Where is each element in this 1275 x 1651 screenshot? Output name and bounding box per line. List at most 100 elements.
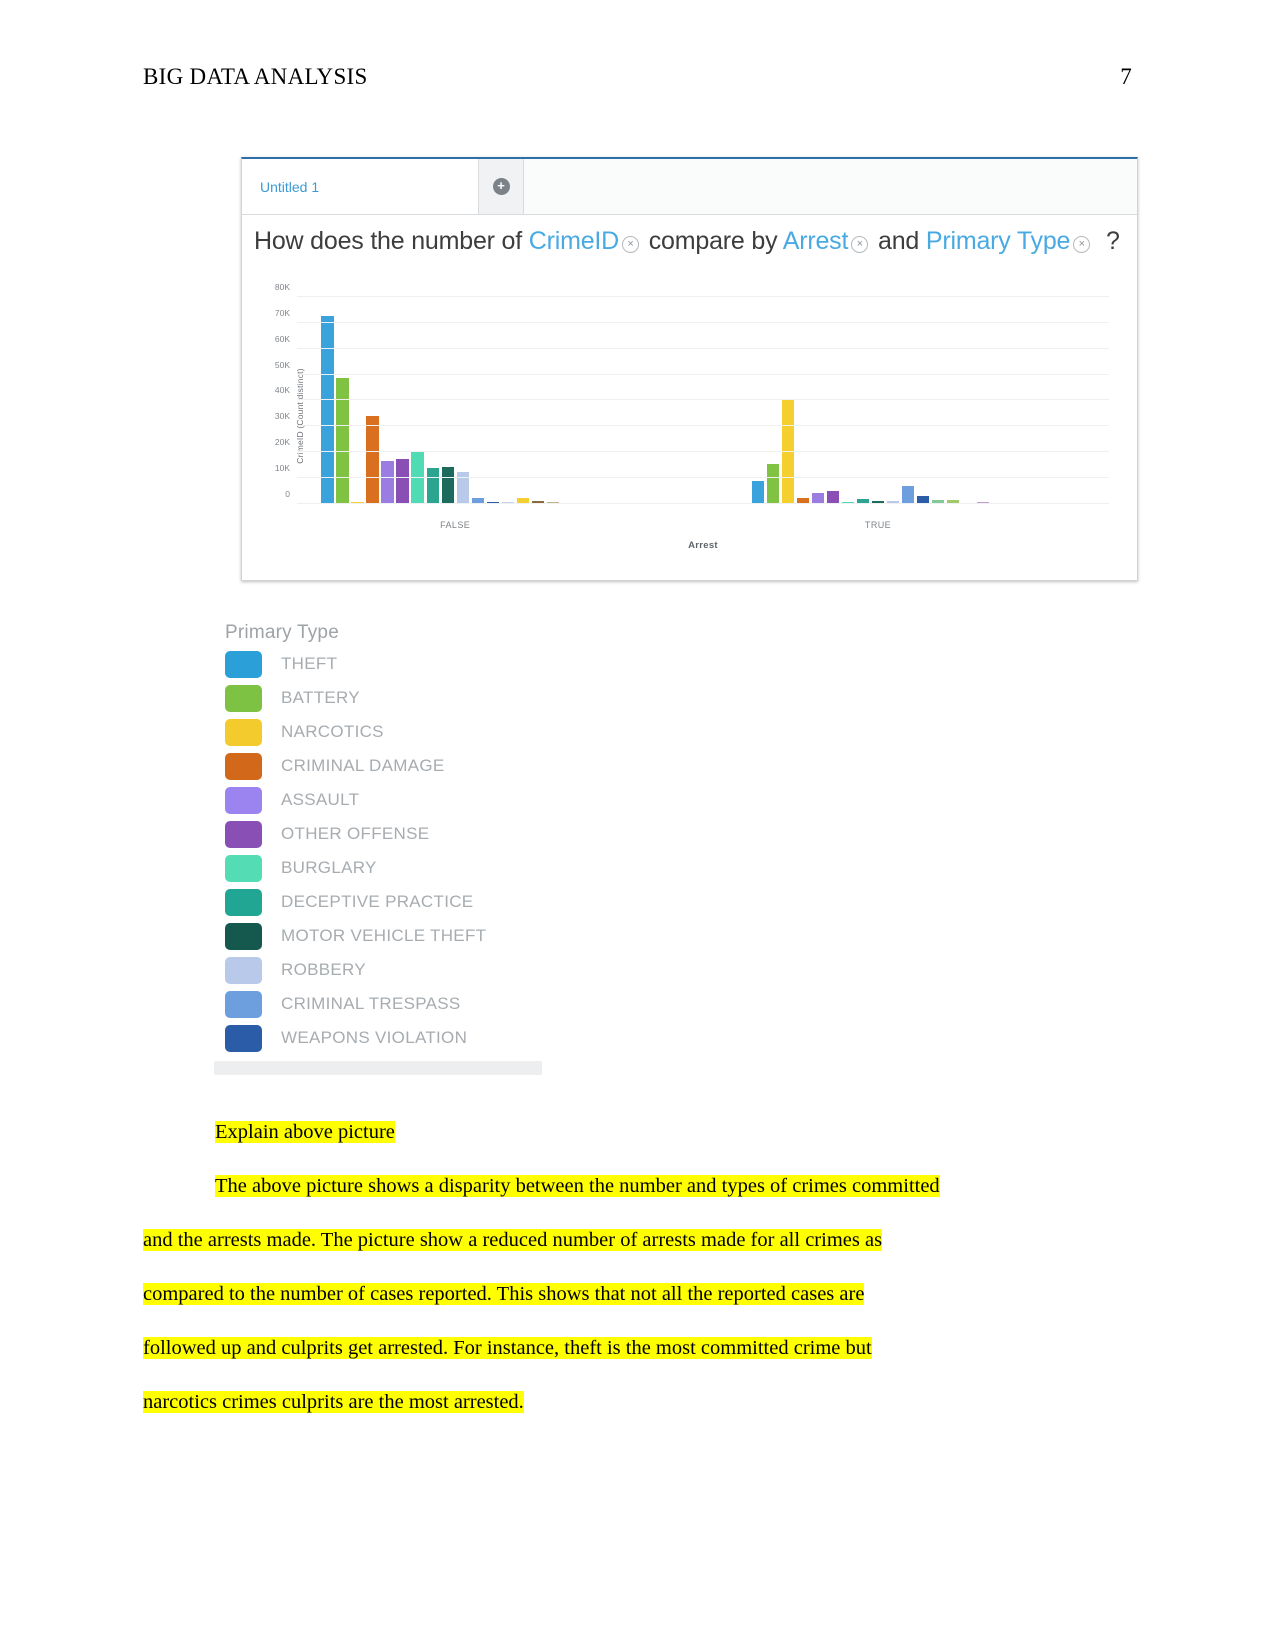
bar-chart: CrimeID (Count distinct) Arrest 0 10K 20K 3… [242,266,1137,566]
question-field-crimeid[interactable]: CrimeID [529,227,619,255]
legend-item-label: ASSAULT [281,790,360,809]
y-axis-tick-label: 20K [274,437,290,448]
legend-item[interactable]: WEAPONS VIOLATION [214,1021,542,1055]
legend-color-swatch [225,1024,262,1052]
question-field-primary-type[interactable]: Primary Type [926,227,1071,255]
chart-plot-area: Arrest 0 10K 20K 30K 40K 50K 60K 70K 80K FALSE TRU… [275,282,1109,551]
legend-color-swatch [225,752,262,780]
question-middle: compare by [648,227,778,255]
chart-bar[interactable] [366,416,379,504]
page-header: BIG DATA ANALYSIS 7 [143,64,1132,90]
chart-gridline [297,451,1109,453]
legend-item-label: DECEPTIVE PRACTICE [281,892,474,911]
y-axis-tick-label: 80K [274,281,290,292]
legend-item[interactable]: OTHER OFFENSE [214,817,542,851]
chart-bar[interactable] [766,463,779,504]
chart-bar[interactable] [396,459,409,504]
document-header-title: BIG DATA ANALYSIS [143,64,368,89]
paragraph-line-5: narcotics crimes culprits are the most a… [143,1375,1068,1429]
paragraph-line-2: and the arrests made. The picture show a… [143,1213,1068,1267]
chart-legend: Primary Type THEFT BATTERY NARCOTICS CRIMIN… [214,622,542,1075]
y-axis-tick-label: 40K [274,385,290,396]
body-text: Explain above picture The above picture … [143,1105,1068,1429]
question-prefix: How does the number of [254,227,522,255]
legend-color-swatch [225,922,262,950]
paragraph-text: and the arrests made. The picture show a… [143,1229,883,1251]
legend-item-label: THEFT [281,654,338,673]
chart-bar[interactable] [411,452,424,504]
legend-color-swatch [225,684,262,712]
y-axis-tick-label: 60K [274,333,290,344]
circle-x-icon[interactable]: × [851,236,869,253]
legend-item-label: OTHER OFFENSE [281,824,430,843]
chart-gridline [297,399,1109,401]
circle-x-icon[interactable]: × [1073,236,1091,253]
x-axis-title: Arrest [688,540,718,551]
y-axis-tick-label: 30K [274,411,290,422]
legend-item-label: BATTERY [281,688,360,707]
chart-bar[interactable] [751,480,764,504]
chart-bar[interactable] [426,467,439,504]
tab-label: Untitled 1 [260,178,320,195]
legend-color-swatch [225,956,262,984]
x-axis-group-label: FALSE [440,520,471,530]
legend-item[interactable]: NARCOTICS [214,715,542,749]
legend-color-swatch [225,650,262,678]
paragraph-text: The above picture shows a disparity betw… [215,1175,940,1197]
chart-bar[interactable] [901,486,915,504]
legend-color-swatch [225,718,262,746]
legend-color-swatch [225,786,262,814]
legend-item[interactable]: MOTOR VEHICLE THEFT [214,919,542,953]
circle-x-icon[interactable]: × [622,236,639,253]
paragraph-text: compared to the number of cases reported… [143,1283,865,1305]
legend-item[interactable]: DECEPTIVE PRACTICE [214,885,542,919]
question-field-arrest[interactable]: Arrest [783,227,849,255]
legend-item[interactable]: BATTERY [214,681,542,715]
legend-item[interactable]: CRIMINAL TRESPASS [214,987,542,1021]
page-number: 7 [1120,64,1132,89]
chart-bar[interactable] [381,461,394,504]
legend-item[interactable]: ROBBERY [214,953,542,987]
tab-untitled-1[interactable]: Untitled 1 [242,159,479,214]
legend-item-label: NARCOTICS [281,722,384,741]
chart-gridline [297,295,1109,297]
legend-item[interactable]: THEFT [214,647,542,681]
question-suffix: ? [1106,227,1120,255]
legend-item-label: BURGLARY [281,858,377,877]
chart-bar[interactable] [441,467,454,504]
legend-scrollbar[interactable] [214,1061,542,1075]
legend-color-swatch [225,990,262,1018]
tab-strip-empty-area [524,159,1137,214]
y-axis-tick-label: 70K [274,307,290,318]
legend-item-label: CRIMINAL DAMAGE [281,756,445,775]
chart-gridline [297,425,1109,427]
add-tab-button[interactable]: + [479,159,524,214]
tab-strip: Untitled 1 + [242,159,1137,215]
paragraph-text: followed up and culprits get arrested. F… [143,1337,872,1359]
legend-color-swatch [225,888,262,916]
chart-gridline [297,503,1109,504]
legend-item-label: CRIMINAL TRESPASS [281,994,461,1013]
legend-item-label: MOTOR VEHICLE THEFT [281,926,487,945]
legend-item[interactable]: ASSAULT [214,783,542,817]
legend-color-swatch [225,854,262,882]
y-axis-tick-label: 10K [274,463,290,474]
chart-gridline [297,347,1109,349]
chart-gridline [297,373,1109,375]
analytics-app-screenshot: Untitled 1 + How does the number of Crim… [241,157,1138,581]
legend-title: Primary Type [225,622,339,643]
chart-bars [297,284,1109,504]
paragraph-line-4: followed up and culprits get arrested. F… [143,1321,1068,1375]
chart-bar[interactable] [336,378,349,504]
paragraph-line-3: compared to the number of cases reported… [143,1267,1068,1321]
x-axis-group-label: TRUE [864,520,892,530]
legend-item-list: THEFT BATTERY NARCOTICS CRIMINAL DAMAGE ASSA… [214,647,542,1055]
chart-bar[interactable] [321,316,334,504]
legend-item[interactable]: BURGLARY [214,851,542,885]
legend-item-label: WEAPONS VIOLATION [281,1028,468,1047]
y-axis-tick-label: 50K [274,359,290,370]
question-conjunction: and [877,227,920,255]
legend-item[interactable]: CRIMINAL DAMAGE [214,749,542,783]
y-axis-tick-label: 0 [285,489,290,499]
plus-circle-icon: + [492,178,510,195]
